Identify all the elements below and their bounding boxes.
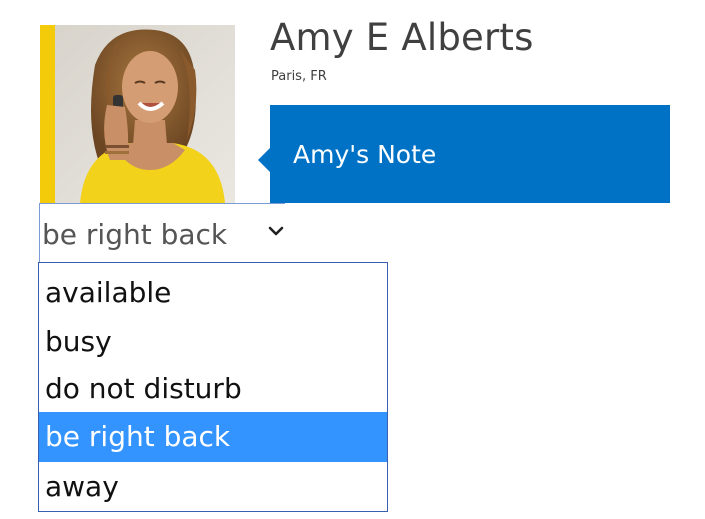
status-dropdown[interactable]: be right back (39, 203, 285, 263)
status-option-available[interactable]: available (39, 268, 387, 318)
contact-name: Amy E Alberts (270, 16, 534, 59)
note-bubble[interactable]: Amy's Note (270, 105, 670, 203)
status-selected-value: be right back (42, 218, 228, 251)
presence-indicator (40, 25, 55, 203)
status-option-away[interactable]: away (39, 462, 387, 512)
status-option-do-not-disturb[interactable]: do not disturb (39, 364, 387, 414)
avatar (55, 25, 235, 203)
chevron-down-icon (268, 226, 284, 236)
status-option-busy[interactable]: busy (39, 317, 387, 367)
status-option-be-right-back[interactable]: be right back (39, 412, 387, 462)
status-options-list: available busy do not disturb be right b… (38, 262, 388, 512)
contact-location: Paris, FR (271, 69, 327, 84)
note-text: Amy's Note (293, 140, 437, 169)
note-bubble-pointer (258, 148, 270, 172)
